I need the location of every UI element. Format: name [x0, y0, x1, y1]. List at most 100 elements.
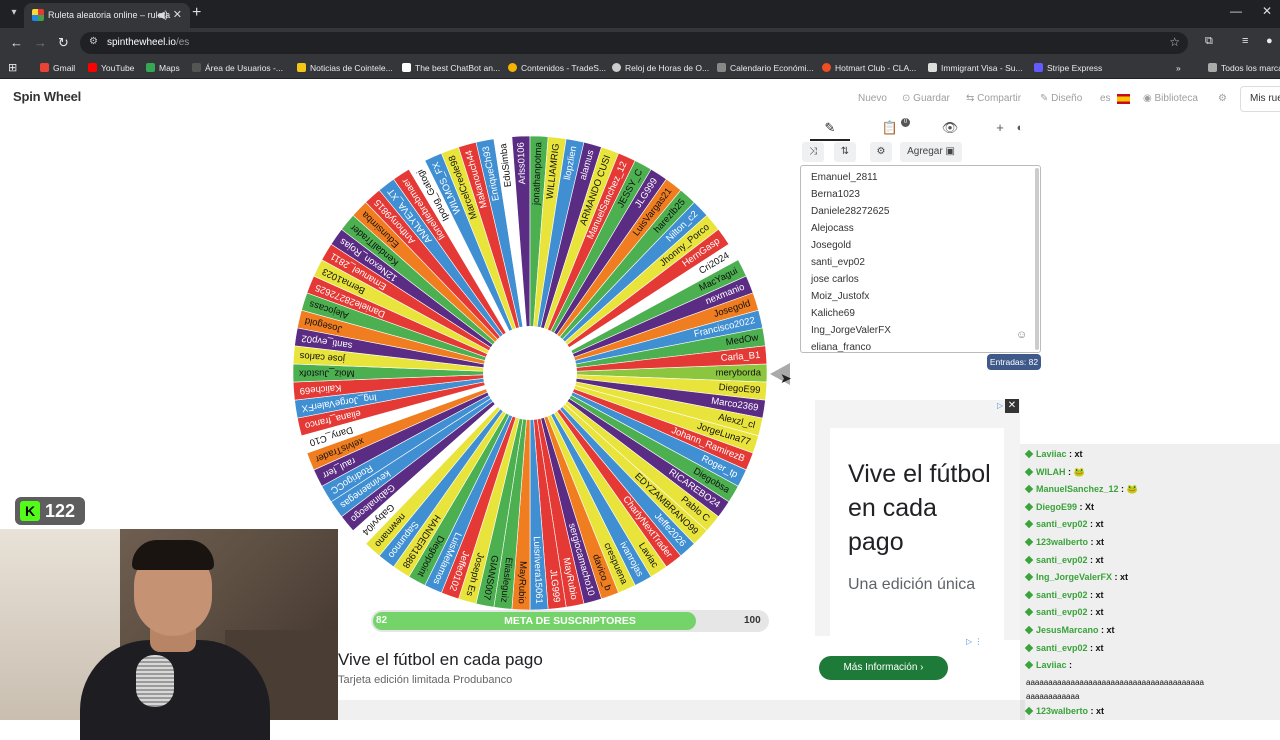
entry-line: Alejocass — [811, 223, 854, 234]
chat-username[interactable]: Laviiac — [1036, 660, 1067, 670]
chat-username[interactable]: 123walberto — [1036, 706, 1088, 716]
chat-message: santi_evp02 : xt — [1024, 555, 1104, 565]
site-info-icon[interactable]: ⚙ — [89, 36, 98, 47]
apps-icon[interactable]: ⊞ — [8, 61, 17, 74]
emoji-icon[interactable]: ☺ — [1016, 329, 1027, 341]
bookmark-chatbot[interactable]: The best ChatBot an... — [402, 63, 500, 73]
entries-count-badge: Entradas: 82 — [987, 354, 1041, 370]
bottom-ad-title[interactable]: Vive el fútbol en cada pago — [338, 650, 543, 670]
reload-icon[interactable]: ↻ — [58, 35, 69, 51]
spin-wheel[interactable]: merybordaDiegoE99Marco2369Alexzl_clJorge… — [287, 130, 773, 616]
chat-text: : 🐸 — [1118, 484, 1138, 495]
chat-username[interactable]: Laviiac — [1036, 449, 1067, 459]
audio-icon[interactable]: ◀) — [157, 3, 168, 28]
bookmark-maps[interactable]: Maps — [146, 63, 180, 73]
library-link[interactable]: ◉ Biblioteca — [1143, 93, 1198, 104]
share-link[interactable]: ⇆ Compartir — [966, 93, 1021, 104]
entry-line: Ing_JorgeValerFX — [811, 325, 891, 336]
tab-hide[interactable]: 👁 — [930, 117, 970, 141]
more-bookmarks-icon[interactable]: » — [1176, 63, 1181, 73]
back-icon[interactable]: ← — [10, 35, 23, 50]
forward-icon[interactable]: → — [34, 35, 47, 50]
media-icon[interactable]: ≡ — [1242, 35, 1248, 47]
bookmark-immigrant-visa[interactable]: Immigrant Visa - Su... — [928, 63, 1023, 73]
bookmark-label: Área de Usuarios -... — [205, 63, 283, 73]
bookmark-label: Reloj de Horas de O... — [625, 63, 710, 73]
chat-username[interactable]: ManuelSanchez_12 — [1036, 484, 1119, 494]
wheel-center[interactable] — [483, 326, 577, 420]
language-select[interactable]: es — [1100, 93, 1111, 104]
more-info-label: Más Información — [843, 662, 918, 673]
shuffle-icon: ⤨ — [809, 146, 817, 157]
goal-label: META DE SUSCRIPTORES — [504, 615, 636, 627]
ad-info-icon[interactable]: ▷ — [997, 401, 1003, 410]
chat-message: 123walberto : xt — [1024, 706, 1104, 716]
earth-icon[interactable]: ◐ — [1000, 117, 1040, 141]
bookmark-reloj[interactable]: Reloj de Horas de O... — [612, 63, 709, 73]
chat-username[interactable]: WILAH — [1036, 467, 1066, 477]
chat-badge-icon — [1024, 660, 1034, 670]
bookmark-label: YouTube — [101, 63, 135, 73]
ad-title[interactable]: Vive el fútbol en cada pago — [848, 457, 998, 559]
bookmark-youtube[interactable]: YouTube — [88, 63, 134, 73]
close-tab-icon[interactable]: ✕ — [173, 3, 182, 28]
bookmark-gmail[interactable]: Gmail — [40, 63, 75, 73]
extensions-icon[interactable]: ⧉ — [1205, 35, 1213, 48]
kick-logo-icon: K — [20, 501, 40, 521]
save-label: Guardar — [913, 93, 950, 104]
tab-edit[interactable]: ✎ — [810, 117, 850, 141]
chat-username[interactable]: santi_evp02 — [1036, 519, 1088, 529]
chat-badge-icon — [1024, 520, 1034, 529]
ad-subtitle: Una edición única — [848, 576, 976, 593]
sort-icon: ⇅ — [840, 146, 850, 157]
tab-search-icon[interactable]: ▾ — [6, 5, 22, 21]
chat-username[interactable]: santi_evp02 — [1036, 555, 1088, 565]
ad-close-icon[interactable]: ✕ — [1005, 399, 1019, 413]
bookmark-label: Contenidos - TradeS... — [521, 63, 607, 73]
sort-button[interactable]: ⇅ — [834, 142, 856, 162]
entries-textarea[interactable]: Emanuel_2811 Berna1023 Daniele28272625 A… — [800, 165, 1041, 353]
chat-username[interactable]: santi_evp02 — [1036, 590, 1088, 600]
my-wheels-button[interactable]: Mis rue — [1240, 86, 1280, 112]
bookmark-star-icon[interactable]: ☆ — [1169, 35, 1180, 49]
bookmark-label: Noticias de Cointele... — [310, 63, 393, 73]
bookmark-label: Gmail — [53, 63, 76, 73]
entry-line: Daniele28272625 — [811, 206, 890, 217]
bookmark-contenidos[interactable]: Contenidos - TradeS... — [508, 63, 606, 73]
browser-tab[interactable]: Ruleta aleatoria online – ruleta ◀) ✕ — [24, 3, 190, 28]
save-link[interactable]: ⊙ Guardar — [902, 93, 950, 104]
chat-username[interactable]: santi_evp02 — [1036, 643, 1088, 653]
new-link[interactable]: Nuevo — [858, 93, 887, 104]
chat-username[interactable]: Ing_JorgeValerFX — [1036, 572, 1112, 582]
design-link[interactable]: ✎ Diseño — [1040, 93, 1082, 104]
url-box[interactable]: ⚙ spinthewheel.io/es ☆ — [80, 32, 1188, 54]
bookmark-stripe[interactable]: Stripe Express — [1034, 63, 1102, 73]
more-info-button[interactable]: Más Información › — [819, 656, 948, 680]
bookmark-calendario[interactable]: Calendario Económi... — [717, 63, 814, 73]
chat-username[interactable]: DiegoE99 — [1036, 502, 1077, 512]
bookmark-all[interactable]: Todos los marca — [1208, 63, 1280, 73]
chat-message: WILAH : 🐸 — [1024, 467, 1085, 478]
shuffle-button[interactable]: ⤨ — [802, 142, 824, 162]
chat-username[interactable]: JesusMarcano — [1036, 625, 1099, 635]
spain-flag-icon — [1117, 94, 1130, 104]
new-tab-icon[interactable]: + — [192, 4, 201, 22]
close-window-icon[interactable]: ✕ — [1262, 4, 1272, 18]
bookmark-area-usuarios[interactable]: Área de Usuarios -... — [192, 63, 283, 73]
wheel-segment-label: MayRubio — [516, 561, 529, 604]
advanced-button[interactable]: ⚙ — [870, 142, 892, 162]
chevron-right-icon: › — [920, 662, 924, 673]
bookmark-noticias[interactable]: Noticias de Cointele... — [297, 63, 393, 73]
minimize-icon[interactable]: — — [1230, 4, 1242, 18]
wheel-segment-label: meryborda — [716, 368, 762, 379]
chat-username[interactable]: santi_evp02 — [1036, 607, 1088, 617]
bottom-ad-info-icon[interactable]: ▷ ⋮ — [966, 637, 982, 646]
chat-username[interactable]: 123walberto — [1036, 537, 1088, 547]
site-logo[interactable]: Spin Wheel — [13, 89, 81, 104]
add-image-button[interactable]: Agregar ▣ — [900, 142, 962, 162]
bookmark-label: Hotmart Club - CLA... — [835, 63, 917, 73]
settings-icon[interactable]: ⚙ — [1218, 93, 1227, 104]
entries-scrollbar[interactable] — [1035, 168, 1039, 350]
profile-icon[interactable]: ● — [1266, 35, 1273, 47]
bookmark-hotmart[interactable]: Hotmart Club - CLA... — [822, 63, 916, 73]
